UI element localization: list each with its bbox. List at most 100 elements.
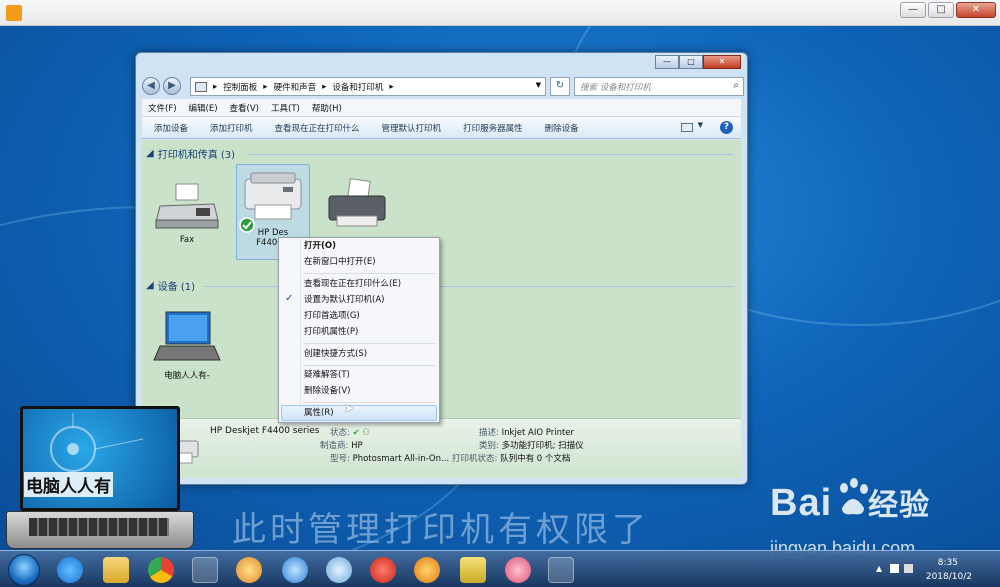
device-laptop[interactable]: 电脑人人有- (150, 310, 224, 381)
system-tray: ▲ 8:35 2018/10/2 (874, 554, 994, 586)
control-panel-taskbar-icon[interactable] (548, 557, 574, 583)
video-caption: 此时管理打印机有权限了 (232, 510, 650, 550)
details-name: HP Deskjet F4400 series (210, 426, 320, 436)
address-dropdown-icon[interactable]: ▼ (536, 81, 541, 89)
remove-device-button[interactable]: 删除设备 (545, 122, 579, 134)
mouse-cursor-icon: ➤ (344, 401, 355, 415)
view-dropdown-icon[interactable]: ▼ (698, 121, 703, 129)
menu-item-open-new-window[interactable]: 在新窗口中打开(E) (304, 255, 376, 269)
devices-group-header[interactable]: ◢ 设备 (1) (146, 278, 195, 293)
browser-icon[interactable] (282, 557, 308, 583)
details-status: 状态: ✔ ⚇ (330, 428, 371, 438)
menu-item-remove-device[interactable]: 删除设备(V) (304, 384, 350, 398)
channel-logo: 电脑人人有 (6, 404, 194, 550)
refresh-button[interactable]: ↻ (550, 77, 570, 96)
context-menu: ✓ 打开(O) 在新窗口中打开(E) 查看现在正在打印什么(E) 设置为默认打印… (278, 237, 440, 423)
printer-icon (328, 178, 386, 227)
printers-group-header[interactable]: ◢ 打印机和传真 (3) (146, 146, 235, 161)
default-printer-check-icon (239, 217, 255, 233)
address-bar[interactable]: ▸ 控制面板 ▸ 硬件和声音 ▸ 设备和打印机 ▸ ▼ (190, 77, 546, 96)
breadcrumb-sep-icon: ▸ (213, 81, 218, 92)
address-row: ◀ ▶ ▸ 控制面板 ▸ 硬件和声音 ▸ 设备和打印机 ▸ ▼ ↻ 搜索 设备和… (142, 75, 744, 97)
close-button[interactable]: ✕ (703, 55, 741, 69)
details-model: 型号: Photosmart All-in-On... (330, 454, 450, 464)
device-label: Fax (179, 235, 195, 245)
menu-item-troubleshoot[interactable]: 疑难解答(T) (304, 368, 350, 382)
collapse-icon[interactable]: ◢ (146, 280, 154, 291)
help-icon[interactable]: ? (720, 121, 733, 134)
add-printer-button[interactable]: 添加打印机 (210, 122, 253, 134)
menu-item-see-printing[interactable]: 查看现在正在打印什么(E) (304, 277, 401, 291)
status-ok-icon: ✔ (352, 428, 360, 438)
app-icon[interactable] (326, 557, 352, 583)
ie-icon[interactable] (57, 557, 83, 583)
menu-help[interactable]: 帮助(H) (312, 102, 342, 114)
clock-date[interactable]: 2018/10/2 (926, 572, 972, 582)
search-input[interactable]: 搜索 设备和打印机 ⌕ (574, 77, 744, 96)
menu-separator (303, 273, 435, 274)
breadcrumb-sep-icon: ▸ (389, 81, 394, 92)
manage-default-printer-button[interactable]: 管理默认打印机 (382, 122, 442, 134)
outer-close-button[interactable]: ✕ (956, 2, 996, 18)
laptop-icon (153, 311, 221, 361)
breadcrumb-item[interactable]: 控制面板 (223, 81, 257, 93)
status-users-icon: ⚇ (362, 428, 371, 438)
details-pane: HP Deskjet F4400 series 状态: ✔ ⚇ 制造商: HP … (142, 418, 741, 478)
menu-item-printer-properties[interactable]: 打印机属性(P) (304, 325, 358, 339)
search-placeholder: 搜索 设备和打印机 (580, 83, 651, 93)
outer-titlebar: — □ ✕ (0, 0, 1000, 26)
add-device-button[interactable]: 添加设备 (154, 122, 188, 134)
file-explorer-icon[interactable] (103, 557, 129, 583)
chrome-icon[interactable] (148, 557, 174, 583)
app-icon[interactable] (370, 557, 396, 583)
breadcrumb-item[interactable]: 硬件和声音 (274, 81, 317, 93)
menu-tools[interactable]: 工具(T) (271, 102, 300, 114)
menu-separator (303, 343, 435, 344)
search-icon[interactable]: ⌕ (733, 80, 739, 91)
start-button-icon[interactable] (8, 554, 40, 586)
device-fax[interactable]: Fax (150, 180, 224, 245)
menu-item-properties[interactable]: 属性(R) (304, 406, 334, 420)
breadcrumb-item[interactable]: 设备和打印机 (332, 81, 383, 93)
logo-title: 电脑人人有 (24, 472, 113, 497)
logo-keyboard (6, 511, 194, 549)
menu-edit[interactable]: 编辑(E) (189, 102, 218, 114)
menu-view[interactable]: 查看(V) (230, 102, 259, 114)
notes-icon[interactable] (460, 557, 486, 583)
maximize-button[interactable]: □ (679, 55, 703, 69)
devices-taskbar-icon[interactable] (192, 557, 218, 583)
collapse-icon[interactable]: ◢ (146, 148, 154, 159)
menu-file[interactable]: 文件(F) (148, 102, 177, 114)
outer-maximize-button[interactable]: □ (928, 2, 954, 18)
forward-button[interactable]: ▶ (163, 77, 181, 95)
back-button[interactable]: ◀ (142, 77, 160, 95)
menu-item-create-shortcut[interactable]: 创建快捷方式(S) (304, 347, 367, 361)
paint-icon[interactable] (236, 557, 262, 583)
flag-icon[interactable] (890, 564, 899, 573)
group-divider (247, 154, 733, 155)
printer-icon (244, 172, 302, 220)
menu-item-preferences[interactable]: 打印首选项(G) (304, 309, 360, 323)
menu-bar: 文件(F) 编辑(E) 查看(V) 工具(T) 帮助(H) (142, 99, 741, 117)
media-player-icon[interactable] (414, 557, 440, 583)
tray-expand-icon[interactable]: ▲ (876, 564, 885, 573)
device-scanner-printer[interactable] (320, 178, 394, 235)
outer-minimize-button[interactable]: — (900, 2, 926, 18)
devices-printers-window: — □ ✕ ◀ ▶ ▸ 控制面板 ▸ 硬件和声音 ▸ 设备和打印机 ▸ ▼ ↻ … (135, 52, 748, 485)
clock-time[interactable]: 8:35 (938, 558, 958, 568)
menu-item-open[interactable]: 打开(O) (304, 239, 336, 253)
details-category: 类别: 多功能打印机; 扫描仪 (479, 441, 584, 451)
see-printing-button[interactable]: 查看现在正在打印什么 (275, 122, 360, 134)
taskbar: ▲ 8:35 2018/10/2 (0, 550, 1000, 587)
change-view-icon[interactable] (681, 123, 693, 132)
command-bar: 添加设备 添加打印机 查看现在正在打印什么 管理默认打印机 打印服务器属性 删除… (142, 117, 741, 139)
minimize-button[interactable]: — (655, 55, 679, 69)
menu-item-set-default[interactable]: 设置为默认打印机(A) (304, 293, 384, 307)
devices-content: ◢ 打印机和传真 (3) Fax HP Des F4400 s ◢ 设备 (1)… (142, 140, 741, 478)
app-icon[interactable] (505, 557, 531, 583)
checkmark-icon: ✓ (285, 293, 294, 304)
menu-separator (303, 365, 435, 366)
details-print-status: 打印机状态: 队列中有 0 个文档 (452, 454, 571, 464)
print-server-properties-button[interactable]: 打印服务器属性 (463, 122, 523, 134)
network-icon[interactable] (904, 564, 913, 573)
